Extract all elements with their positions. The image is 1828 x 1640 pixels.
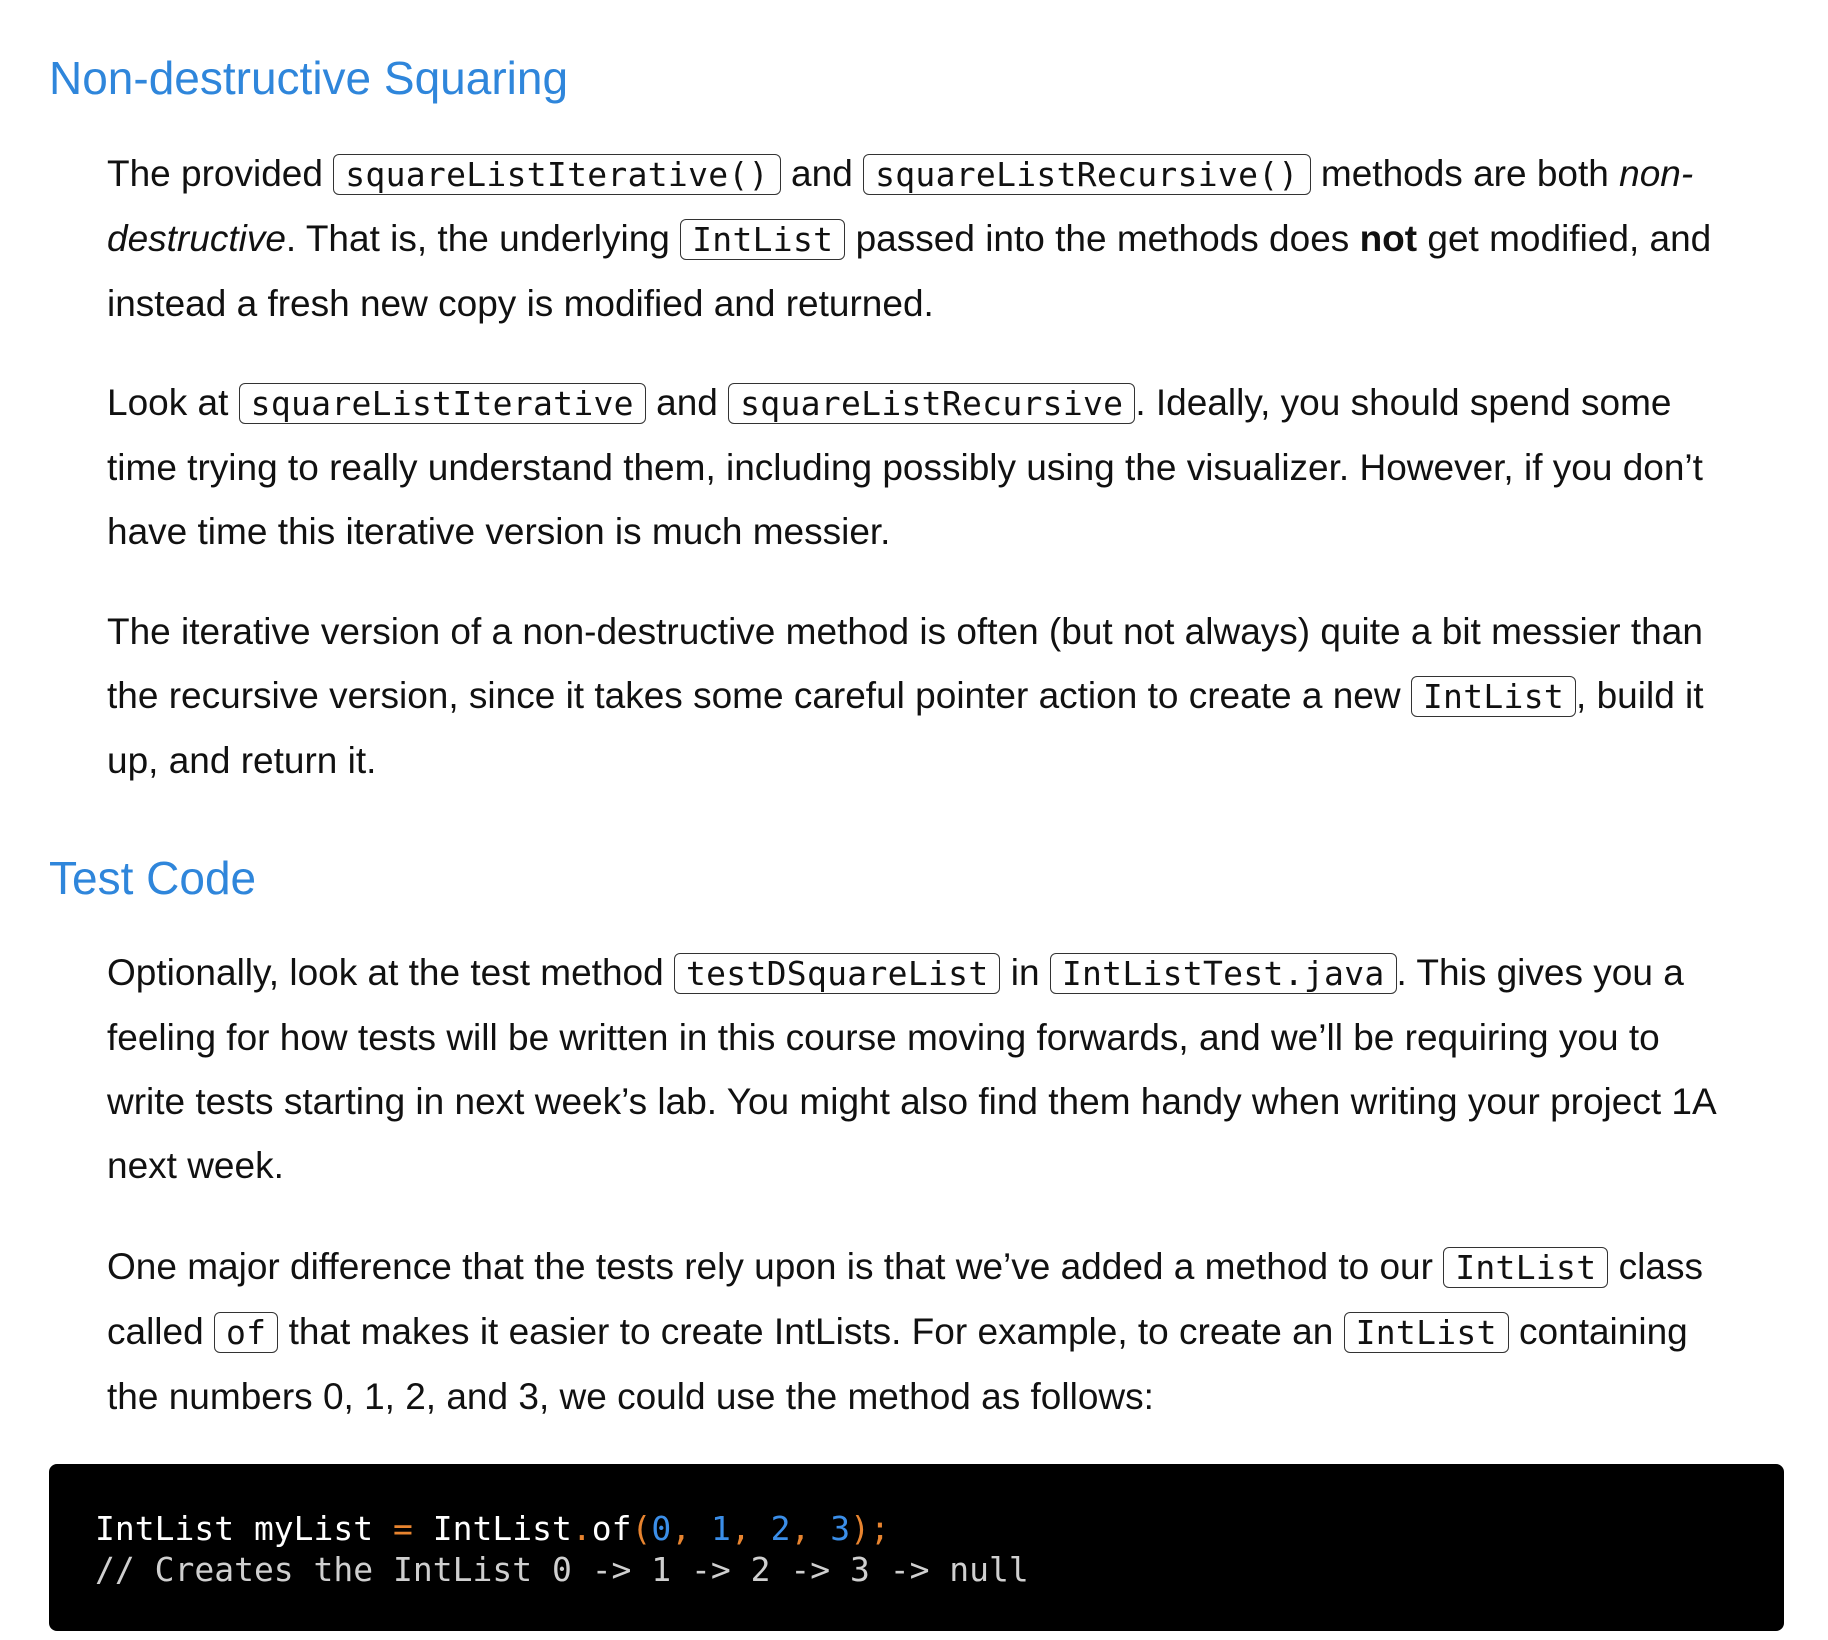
code-line-1: IntList myList = IntList.of(0, 1, 2, 3); — [95, 1508, 1784, 1549]
code-squarelistiterative: squareListIterative — [238, 383, 646, 424]
paragraph-nondestructive-intro: The provided squareListIterative() and s… — [107, 142, 1747, 336]
text-span: Look at — [107, 382, 239, 423]
code-comment: IntList 0 -> 1 -> 2 -> 3 -> null — [393, 1550, 1029, 1589]
code-intlist: IntList — [1410, 676, 1577, 717]
text-span: methods are both — [1310, 153, 1620, 194]
code-testdsquarelist: testDSquareList — [673, 953, 1001, 994]
code-intlist: IntList — [1443, 1247, 1609, 1288]
text-span: and — [780, 153, 864, 194]
code-token-operator: ( — [631, 1509, 652, 1548]
code-token-operator: . — [571, 1509, 592, 1548]
code-block-example: IntList myList = IntList.of(0, 1, 2, 3);… — [49, 1464, 1784, 1631]
text-span: and — [645, 382, 729, 423]
code-squarelistrecursive: squareListRecursive() — [863, 154, 1311, 195]
code-token: IntList — [412, 1509, 572, 1548]
text-span: One major difference that the tests rely… — [107, 1246, 1444, 1287]
code-token-number: 0 — [651, 1509, 672, 1548]
code-token-operator: , — [671, 1509, 711, 1548]
code-token-operator: , — [730, 1509, 771, 1548]
code-token: of — [591, 1509, 632, 1548]
code-intlisttest-java: IntListTest.java — [1049, 953, 1397, 994]
code-intlist: IntList — [1343, 1312, 1509, 1353]
code-token-number: 3 — [830, 1509, 851, 1548]
text-span: in — [1000, 952, 1050, 993]
text-span: that makes it easier to create IntLists.… — [278, 1311, 1344, 1352]
paragraph-look-at: Look at squareListIterative and squareLi… — [107, 371, 1747, 564]
paragraph-optionally-test: Optionally, look at the test method test… — [107, 941, 1747, 1198]
section-heading-test-code: Test Code — [49, 852, 257, 904]
code-token-operator: ); — [850, 1509, 890, 1548]
paragraph-major-difference: One major difference that the tests rely… — [107, 1235, 1747, 1429]
code-squarelistiterative: squareListIterative() — [333, 154, 781, 195]
code-comment: // Creates the — [95, 1550, 394, 1589]
code-token: IntList myList — [95, 1509, 394, 1548]
strong-not: not — [1359, 218, 1418, 259]
code-squarelistrecursive: squareListRecursive — [728, 383, 1136, 424]
document-page: Non-destructive Squaring The provided sq… — [0, 0, 1828, 1640]
text-span: . That is, the underlying — [285, 218, 681, 259]
code-token-number: 2 — [770, 1509, 791, 1548]
code-of: of — [213, 1312, 279, 1353]
code-intlist: IntList — [680, 219, 846, 260]
code-token-operator: = — [393, 1509, 413, 1548]
text-span: passed into the methods does — [845, 218, 1360, 259]
text-span: The provided — [107, 153, 334, 194]
section-heading-non-destructive-squaring: Non-destructive Squaring — [49, 52, 569, 104]
code-token-number: 1 — [710, 1509, 731, 1548]
paragraph-iterative-version: The iterative version of a non-destructi… — [107, 600, 1747, 793]
text-span: Optionally, look at the test method — [107, 952, 674, 993]
code-token-operator: , — [790, 1509, 831, 1548]
code-line-2: // Creates the IntList 0 -> 1 -> 2 -> 3 … — [95, 1549, 1784, 1590]
